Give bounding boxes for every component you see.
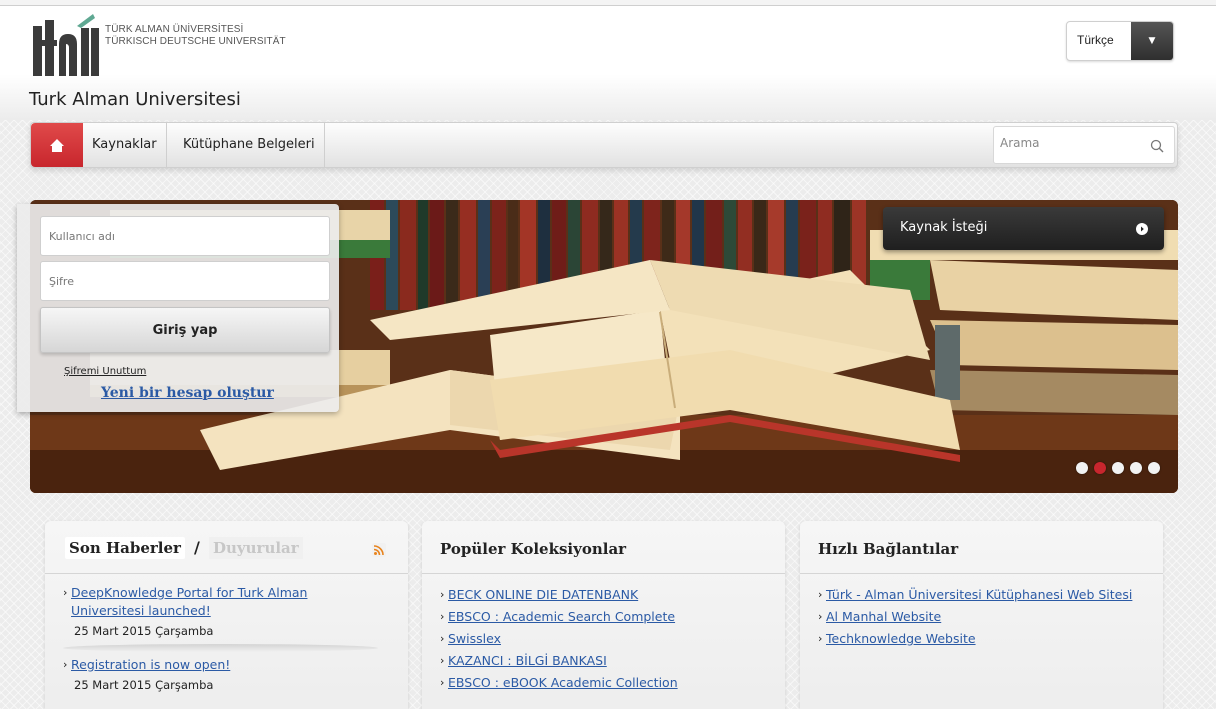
nav-item-kutuphane-belgeleri[interactable]: Kütüphane Belgeleri: [174, 123, 325, 167]
tab-news[interactable]: Son Haberler: [65, 537, 185, 559]
quick-link[interactable]: Al Manhal Website: [826, 609, 941, 624]
quick-link-item: › Türk - Alman Üniversitesi Kütüphanesi W…: [818, 586, 1146, 604]
slider-dot[interactable]: [1112, 462, 1124, 474]
news-item: › Registration is now open!: [63, 656, 378, 674]
popular-collections-panel: Popüler Koleksiyonlar › BECK ONLINE DIE D…: [422, 521, 785, 709]
slider-dot[interactable]: [1148, 462, 1160, 474]
slider-dot[interactable]: [1094, 462, 1106, 474]
tau-logo-icon: [33, 14, 99, 76]
chevron-right-icon: ›: [440, 676, 445, 689]
login-panel: Giriş yap Şifremi Unuttum Yeni bir hesap…: [17, 204, 339, 412]
resource-request-button[interactable]: Kaynak İsteği: [883, 207, 1164, 250]
news-item-date: 25 Mart 2015 Çarşamba: [74, 624, 214, 638]
chevron-right-icon: ›: [818, 632, 823, 645]
slider-dot[interactable]: [1076, 462, 1088, 474]
search-box: [993, 126, 1175, 164]
chevron-right-icon: ›: [440, 588, 445, 601]
username-field[interactable]: [40, 216, 330, 256]
register-link[interactable]: Yeni bir hesap oluştur: [101, 385, 274, 401]
quick-link[interactable]: Türk - Alman Üniversitesi Kütüphanesi We…: [826, 586, 1146, 604]
slider-pagination: [1076, 462, 1166, 476]
collection-item: › EBSCO : eBOOK Academic Collection: [440, 674, 678, 692]
login-button[interactable]: Giriş yap: [40, 307, 330, 353]
collection-link[interactable]: KAZANCI : BİLGİ BANKASI: [448, 653, 607, 668]
rss-icon[interactable]: [372, 543, 386, 557]
quick-links-title: Hızlı Bağlantılar: [818, 540, 959, 558]
slider-dot[interactable]: [1130, 462, 1142, 474]
quick-link-item: › Techknowledge Website: [818, 630, 1146, 648]
chevron-right-icon: ›: [63, 658, 68, 671]
resource-request-label: Kaynak İsteği: [900, 220, 988, 235]
quick-links-list: › Türk - Alman Üniversitesi Kütüphanesi W…: [818, 586, 1146, 652]
collection-item: › Swisslex: [440, 630, 678, 648]
logo-text: TÜRK ALMAN ÜNİVERSİTESİ TÜRKISCH DEUTSCH…: [105, 24, 286, 48]
site-title: Turk Alman Universitesi: [29, 89, 241, 110]
main-nav: Kaynaklar Kütüphane Belgeleri: [30, 122, 1178, 168]
chevron-right-icon: ›: [440, 610, 445, 623]
search-input[interactable]: [1000, 136, 1140, 150]
collection-link[interactable]: BECK ONLINE DIE DATENBANK: [448, 587, 638, 602]
home-button[interactable]: [31, 123, 83, 167]
tab-announcements[interactable]: Duyurular: [209, 537, 303, 559]
collections-title: Popüler Koleksiyonlar: [440, 540, 627, 558]
collection-link[interactable]: EBSCO : Academic Search Complete: [448, 609, 675, 624]
collections-list: › BECK ONLINE DIE DATENBANK › EBSCO : Acad…: [440, 586, 678, 696]
chevron-right-icon: ›: [440, 654, 445, 667]
language-dropdown-button[interactable]: ▼: [1131, 22, 1173, 60]
news-item-link[interactable]: Registration is now open!: [71, 657, 230, 672]
language-select[interactable]: Türkçe ▼: [1066, 21, 1174, 61]
collection-item: › EBSCO : Academic Search Complete: [440, 608, 678, 626]
search-icon[interactable]: [1150, 139, 1164, 153]
arrow-circle-icon: [1136, 223, 1148, 235]
logo-text-line1: TÜRK ALMAN ÜNİVERSİTESİ: [105, 24, 244, 35]
chevron-right-icon: ›: [818, 588, 823, 601]
chevron-right-icon: ›: [818, 610, 823, 623]
news-item-link[interactable]: DeepKnowledge Portal for Turk Alman Univ…: [71, 584, 351, 620]
logo-text-line2: TÜRKISCH DEUTSCHE UNIVERSITÄT: [105, 36, 286, 47]
chevron-right-icon: ›: [440, 632, 445, 645]
news-list: › DeepKnowledge Portal for Turk Alman Un…: [63, 584, 378, 692]
university-logo[interactable]: TÜRK ALMAN ÜNİVERSİTESİ TÜRKISCH DEUTSCH…: [33, 10, 295, 76]
caret-down-icon: ▼: [1148, 36, 1156, 46]
forgot-password-link[interactable]: Şifremi Unuttum: [64, 366, 146, 377]
quick-links-header: Hızlı Bağlantılar: [800, 521, 1163, 574]
collection-item: › BECK ONLINE DIE DATENBANK: [440, 586, 678, 604]
password-field[interactable]: [40, 261, 330, 301]
collection-link[interactable]: Swisslex: [448, 631, 501, 646]
tab-separator: /: [194, 538, 200, 557]
language-label: Türkçe: [1077, 33, 1114, 47]
header: TÜRK ALMAN ÜNİVERSİTESİ TÜRKISCH DEUTSCH…: [0, 6, 1216, 120]
news-panel-header: Son Haberler / Duyurular: [45, 521, 408, 574]
collection-item: › KAZANCI : BİLGİ BANKASI: [440, 652, 678, 670]
quick-link[interactable]: Techknowledge Website: [826, 631, 976, 646]
home-icon: [50, 138, 64, 152]
news-divider: [63, 644, 378, 652]
chevron-right-icon: ›: [63, 586, 68, 599]
nav-item-kaynaklar[interactable]: Kaynaklar: [83, 123, 167, 167]
quick-links-panel: Hızlı Bağlantılar › Türk - Alman Üniversi…: [800, 521, 1163, 709]
news-item-date: 25 Mart 2015 Çarşamba: [74, 678, 214, 692]
collections-header: Popüler Koleksiyonlar: [422, 521, 785, 574]
collection-link[interactable]: EBSCO : eBOOK Academic Collection: [448, 675, 678, 690]
news-panel: Son Haberler / Duyurular › DeepKnowledge…: [45, 521, 408, 709]
quick-link-item: › Al Manhal Website: [818, 608, 1146, 626]
news-item: › DeepKnowledge Portal for Turk Alman Un…: [63, 584, 378, 620]
